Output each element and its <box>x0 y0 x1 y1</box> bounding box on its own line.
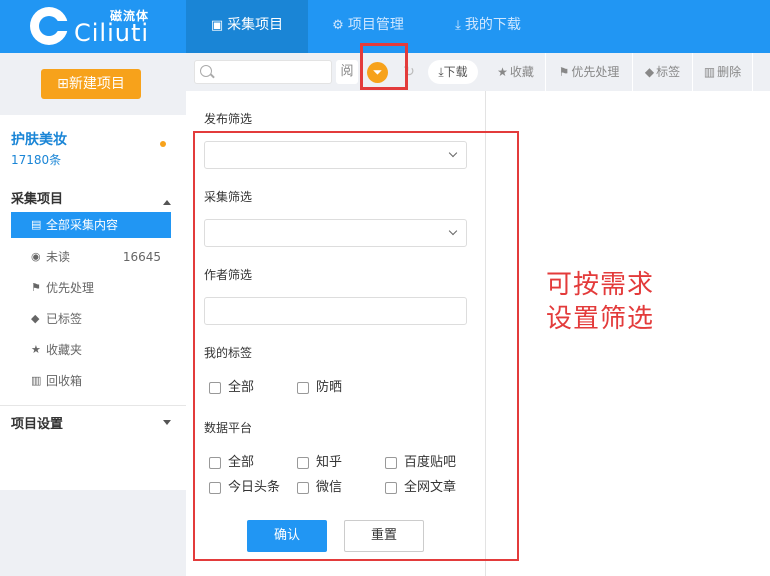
sidebar-item-tagged[interactable]: ◆ 已标签 <box>11 306 171 332</box>
search-icon <box>200 65 212 77</box>
tab-collect-projects[interactable]: ▣ 采集项目 <box>186 0 308 53</box>
sidebar: ⊞新建项目 护肤美妆 17180条 采集项目 ▤ 全部采集内容 ◉ 未读 166… <box>0 53 186 576</box>
flag-icon: ⚑ <box>558 65 570 79</box>
unread-count: 16645 <box>122 250 161 264</box>
collapse-caret-icon[interactable] <box>163 200 171 205</box>
sidebar-item-priority[interactable]: ⚑ 优先处理 <box>11 275 171 301</box>
gear-icon: ⚙ <box>332 18 344 33</box>
star-icon: ★ <box>497 65 508 79</box>
status-dot <box>160 141 166 147</box>
annotation-text: 可按需求 设置筛选 <box>546 270 655 334</box>
tag-button[interactable]: ◆ 标签 <box>633 53 693 91</box>
tag-icon: ◆ <box>31 312 40 325</box>
expand-caret-icon[interactable] <box>163 420 171 425</box>
divider <box>0 405 186 406</box>
publish-filter-label: 发布筛选 <box>204 112 253 126</box>
list-toolbar: 阅 ⏷ ↻ ⤓下载 <box>186 53 486 91</box>
sidebar-item-recycle-bin[interactable]: ▥ 回收箱 <box>11 368 171 394</box>
mark-read-button[interactable]: 阅 <box>336 60 358 84</box>
project-name[interactable]: 护肤美妆 <box>11 129 67 149</box>
search-input[interactable] <box>194 60 332 84</box>
favorite-button[interactable]: ★ 收藏 <box>486 53 546 91</box>
download-button[interactable]: ⤓下载 <box>428 60 478 84</box>
sidebar-item-favorites[interactable]: ★ 收藏夹 <box>11 337 171 363</box>
trash-icon: ▥ <box>31 374 42 387</box>
star-icon: ★ <box>31 343 41 356</box>
delete-button[interactable]: ▥ 删除 <box>693 53 753 91</box>
logo-en-text: Ciliuti <box>74 19 150 47</box>
logo[interactable]: 磁流体 Ciliuti <box>30 5 180 47</box>
eye-icon: ◉ <box>31 250 41 263</box>
sidebar-item-unread[interactable]: ◉ 未读 16645 <box>11 244 171 270</box>
project-count: 17180条 <box>11 153 62 167</box>
list-icon: ▤ <box>31 218 42 231</box>
save-icon: ▣ <box>210 18 224 33</box>
logo-mark-icon <box>30 7 70 45</box>
trash-icon: ▥ <box>703 65 716 79</box>
tag-icon: ◆ <box>644 65 655 79</box>
tab-my-downloads[interactable]: ⤓ 我的下载 <box>438 0 538 53</box>
section-settings-title[interactable]: 项目设置 <box>11 413 63 432</box>
filter-panel-highlight-box <box>193 131 519 561</box>
flag-icon: ⚑ <box>31 281 41 294</box>
new-project-button[interactable]: ⊞新建项目 <box>41 69 141 99</box>
download-icon: ⤓ <box>455 18 461 33</box>
filter-highlight-box <box>360 43 408 90</box>
action-toolbar: ★ 收藏 ⚑ 优先处理 ◆ 标签 ▥ 删除 <box>486 53 770 91</box>
priority-button[interactable]: ⚑ 优先处理 <box>546 53 633 91</box>
section-collect-title: 采集项目 <box>11 192 64 207</box>
project-card: 护肤美妆 17180条 采集项目 ▤ 全部采集内容 ◉ 未读 16645 ⚑ 优… <box>0 115 186 490</box>
sidebar-item-all-content[interactable]: ▤ 全部采集内容 <box>11 212 171 238</box>
